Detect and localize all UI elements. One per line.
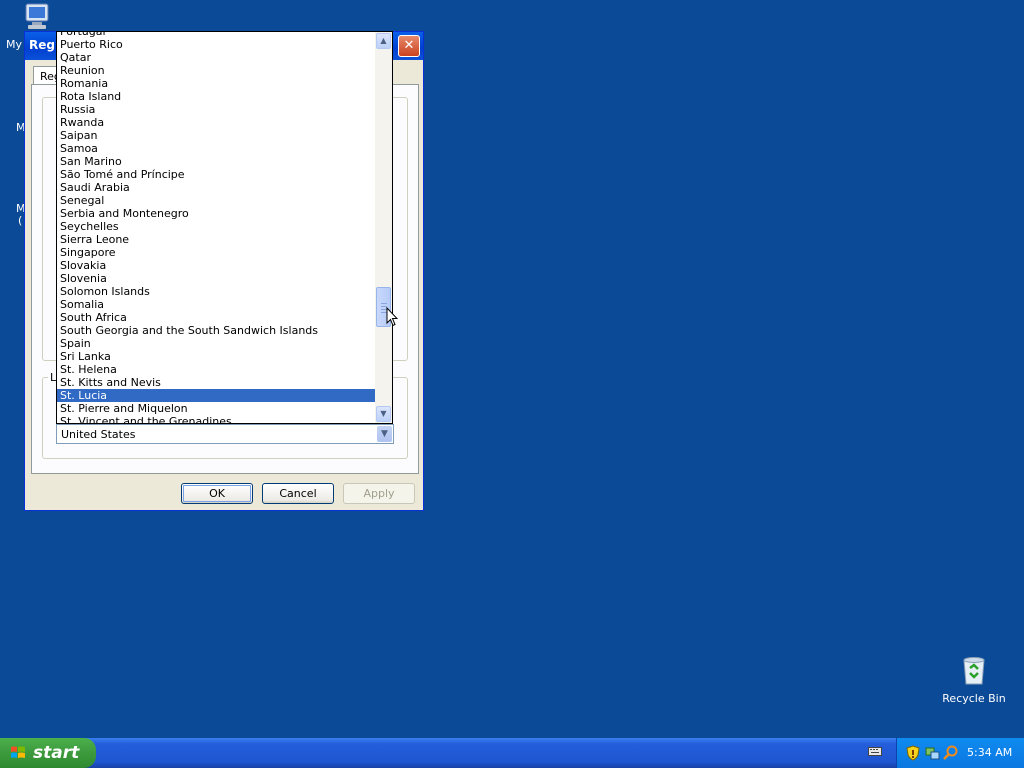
dropdown-item[interactable]: Romania — [57, 77, 375, 90]
dropdown-item[interactable]: Singapore — [57, 246, 375, 259]
dropdown-item[interactable]: St. Pierre and Miquelon — [57, 402, 375, 415]
start-label: start — [33, 743, 80, 763]
system-tray: 5:34 AM — [896, 738, 1024, 768]
dropdown-item[interactable]: Portugal — [57, 32, 375, 38]
start-button[interactable]: start — [0, 738, 96, 768]
location-dropdown-list[interactable]: Portugal Puerto Rico Qatar Reunion Romania Ro… — [56, 31, 393, 424]
dialog-title: Regi — [29, 38, 60, 52]
dropdown-item[interactable]: Saipan — [57, 129, 375, 142]
cancel-button[interactable]: Cancel — [262, 483, 334, 504]
dropdown-items: Portugal Puerto Rico Qatar Reunion Romania Ro… — [57, 32, 375, 423]
dropdown-item[interactable]: St. Vincent and the Grenadines — [57, 415, 375, 423]
my-computer-icon[interactable] — [22, 2, 54, 32]
recycle-bin-label: Recycle Bin — [942, 692, 1006, 705]
dropdown-scrollbar[interactable]: ▲ ▼ — [375, 32, 392, 423]
dropdown-item[interactable]: Rwanda — [57, 116, 375, 129]
chevron-up-icon: ▲ — [380, 36, 387, 45]
dropdown-item[interactable]: St. Lucia — [57, 389, 375, 402]
clock[interactable]: 5:34 AM — [967, 746, 1012, 759]
apply-button: Apply — [343, 483, 415, 504]
dropdown-item[interactable]: Senegal — [57, 194, 375, 207]
dropdown-item[interactable]: Qatar — [57, 51, 375, 64]
dropdown-item[interactable]: Reunion — [57, 64, 375, 77]
recycle-bin[interactable]: Recycle Bin — [940, 656, 1008, 705]
dropdown-item[interactable]: Somalia — [57, 298, 375, 311]
dropdown-item[interactable]: Sri Lanka — [57, 350, 375, 363]
dropdown-item[interactable]: Russia — [57, 103, 375, 116]
dropdown-item[interactable]: St. Helena — [57, 363, 375, 376]
mouse-cursor-icon — [386, 306, 399, 327]
location-select-value: United States — [61, 428, 136, 441]
dropdown-item[interactable]: Samoa — [57, 142, 375, 155]
dropdown-item[interactable]: Saudi Arabia — [57, 181, 375, 194]
dropdown-item[interactable]: San Marino — [57, 155, 375, 168]
close-button[interactable]: ✕ — [398, 35, 420, 57]
location-select[interactable]: United States ▼ — [56, 424, 394, 444]
dropdown-item[interactable]: Rota Island — [57, 90, 375, 103]
chevron-down-icon[interactable]: ▼ — [377, 426, 392, 442]
dropdown-item[interactable]: São Tomé and Príncipe — [57, 168, 375, 181]
network-icon[interactable] — [924, 745, 940, 761]
ok-button[interactable]: OK — [181, 483, 253, 504]
chevron-down-icon: ▼ — [380, 409, 387, 418]
dropdown-item[interactable]: Slovakia — [57, 259, 375, 272]
recycle-bin-icon — [961, 656, 987, 686]
dropdown-item[interactable]: South Africa — [57, 311, 375, 324]
close-icon: ✕ — [403, 38, 415, 53]
windows-logo-icon — [10, 745, 26, 761]
my-computer-label[interactable]: My — [6, 38, 22, 51]
dropdown-item[interactable]: South Georgia and the South Sandwich Isl… — [57, 324, 375, 337]
search-icon[interactable] — [943, 745, 959, 761]
dropdown-item[interactable]: Serbia and Montenegro — [57, 207, 375, 220]
keyboard-icon[interactable] — [868, 745, 882, 757]
scroll-up-button[interactable]: ▲ — [376, 33, 391, 49]
dropdown-item[interactable]: Slovenia — [57, 272, 375, 285]
desktop-icon-label-partial[interactable]: ( — [18, 214, 22, 227]
dropdown-item[interactable]: Solomon Islands — [57, 285, 375, 298]
dropdown-item[interactable]: Sierra Leone — [57, 233, 375, 246]
scroll-down-button[interactable]: ▼ — [376, 406, 391, 422]
dropdown-item[interactable]: Puerto Rico — [57, 38, 375, 51]
security-shield-icon[interactable] — [905, 745, 921, 761]
dropdown-item[interactable]: St. Kitts and Nevis — [57, 376, 375, 389]
dropdown-item[interactable]: Spain — [57, 337, 375, 350]
dropdown-item[interactable]: Seychelles — [57, 220, 375, 233]
